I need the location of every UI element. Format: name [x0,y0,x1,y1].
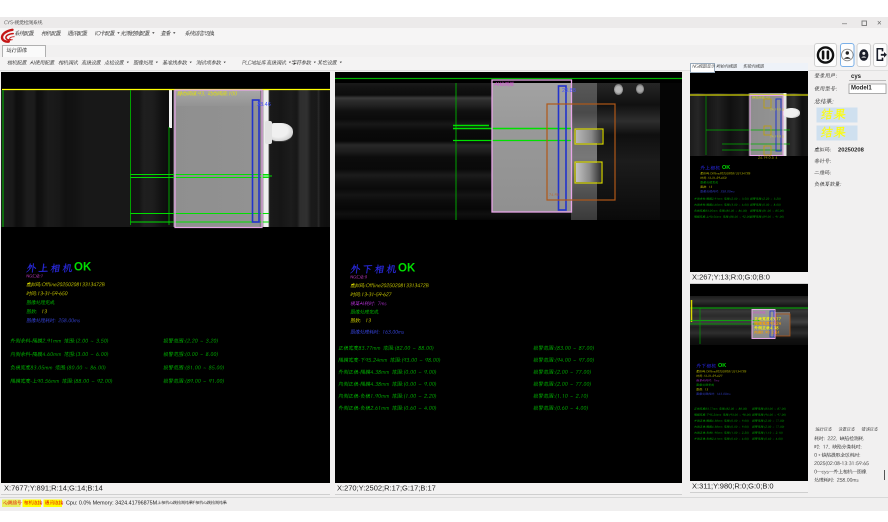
svg-text:X:311;Y:980;R:0;G:0;B:0: X:311;Y:980;R:0;G:0;B:0 [692,481,774,490]
svg-text:OK: OK [74,262,92,274]
svg-text:OK: OK [398,263,416,275]
svg-text:OK: OK [718,363,726,369]
svg-text:OK: OK [722,165,730,171]
svg-text:cys: cys [851,74,862,80]
svg-text:×: × [877,19,882,28]
svg-text:23.88: 23.88 [562,88,576,94]
svg-text:X:270;Y:2502;R:17;G:17;B:17: X:270;Y:2502;R:17;G:17;B:17 [337,483,436,492]
svg-text:Cpu: 0.0% Memory: 3424.4179687: Cpu: 0.0% Memory: 3424.41796875M [66,501,158,507]
svg-text:–: – [842,18,847,28]
svg-text:20250208: 20250208 [838,148,865,154]
svg-text:Model1: Model1 [851,86,872,92]
svg-text:X:7677;Y:891;R:14;G:14;B:14: X:7677;Y:891;R:14;G:14;B:14 [4,483,103,492]
svg-text:23.46: 23.46 [257,102,271,108]
svg-text:X:267;Y:13;R:0;G:0;B:0: X:267;Y:13;R:0;G:0;B:0 [692,272,770,281]
